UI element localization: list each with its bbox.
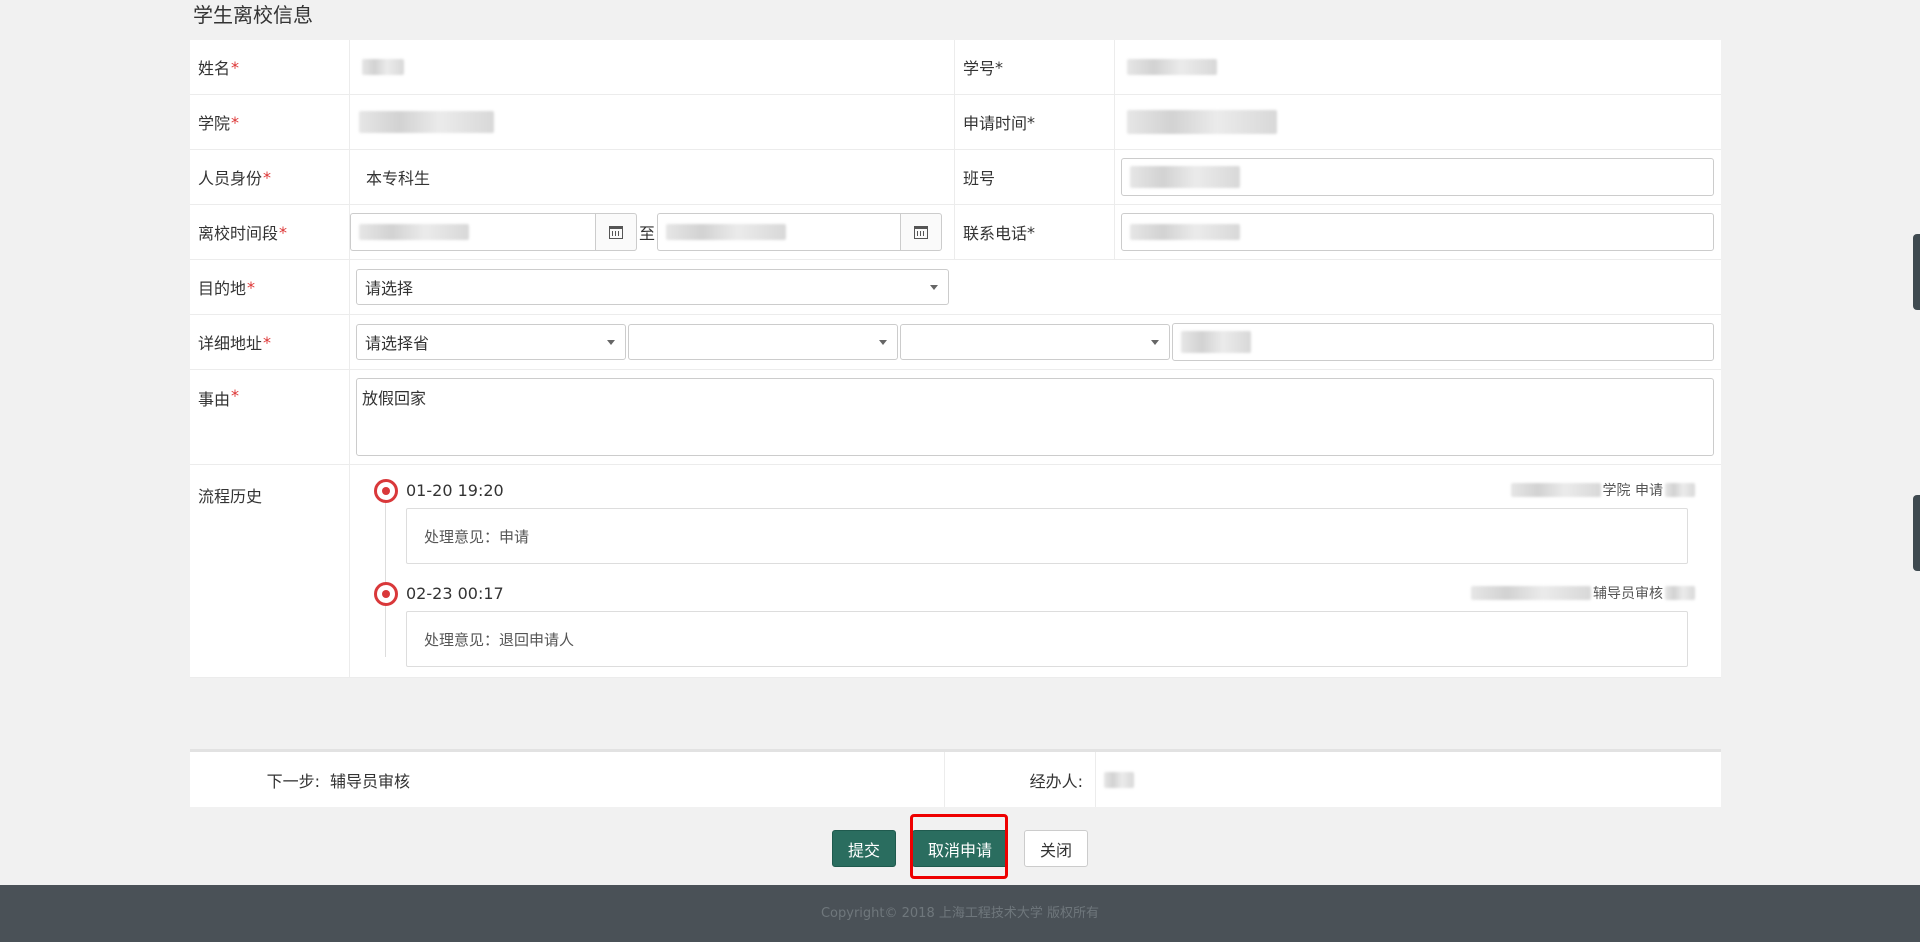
apply-time-label: 申请时间 * xyxy=(955,95,1115,149)
side-scroll-handle[interactable] xyxy=(1913,234,1920,310)
province-select[interactable]: 请选择省 xyxy=(356,324,626,360)
name-redacted xyxy=(362,59,404,75)
phone-value xyxy=(1115,205,1721,259)
chevron-down-icon xyxy=(607,340,615,345)
actor-redacted xyxy=(1510,483,1601,497)
next-step-label: 下一步: xyxy=(266,771,320,791)
calendar-icon xyxy=(914,225,929,239)
phone-label: 联系电话 * xyxy=(955,205,1115,259)
end-date-picker-button[interactable] xyxy=(900,213,943,251)
to-text: 至 xyxy=(639,224,656,243)
reason-value: 放假回家 xyxy=(350,370,1714,464)
end-date-group xyxy=(657,213,943,251)
student-id-value xyxy=(1115,40,1721,94)
leave-form: 姓名 * 学号 * 学院 * 申请时间 * 人员身份 * 本专科生 班号 离校时间段 * xyxy=(190,40,1721,678)
row-address: 详细地址 * 请选择省 xyxy=(190,315,1721,370)
section-title: 学生离校信息 xyxy=(193,3,313,27)
destination-label: 目的地 * xyxy=(190,260,350,314)
chevron-down-icon xyxy=(879,340,887,345)
address-detail-input[interactable] xyxy=(1172,323,1714,361)
timeline-opinion: 处理意见：申请 xyxy=(406,508,1688,564)
row-reason: 事由 * 放假回家 xyxy=(190,370,1721,465)
handler-redacted xyxy=(1104,771,1134,788)
chevron-down-icon xyxy=(930,285,938,290)
row-identity: 人员身份 * 本专科生 班号 xyxy=(190,150,1721,205)
identity-label: 人员身份 * xyxy=(190,150,350,204)
next-step-value: 辅导员审核 xyxy=(320,752,945,807)
next-step-bar: 下一步: 辅导员审核 经办人: xyxy=(190,749,1721,807)
row-history: 流程历史 01-20 19:20 学院 申请 处理意见：申请 02-23 00:… xyxy=(190,465,1721,678)
class-redacted xyxy=(1130,166,1240,188)
actor-redacted xyxy=(1471,586,1591,600)
college-value xyxy=(350,95,955,149)
close-button[interactable]: 关闭 xyxy=(1024,830,1089,867)
leave-period-value: 至 xyxy=(350,205,955,259)
leave-school-page: 学生离校信息 姓名 * 学号 * 学院 * 申请时间 * 人员身份 * 本专科生 班号 xyxy=(0,0,1920,942)
reason-label: 事由 * xyxy=(190,370,350,464)
row-period: 离校时间段 * 至 联系电话 * xyxy=(190,205,1721,260)
actor-redacted xyxy=(1665,586,1695,600)
history-timeline: 01-20 19:20 学院 申请 处理意见：申请 02-23 00:17 辅导… xyxy=(350,465,1721,677)
row-destination: 目的地 * 请选择 xyxy=(190,260,1721,315)
submit-button[interactable]: 提交 xyxy=(831,830,896,867)
college-label: 学院 * xyxy=(190,95,350,149)
destination-value: 请选择 xyxy=(350,260,955,314)
end-date-redacted xyxy=(666,224,787,240)
timeline-opinion: 处理意见：退回申请人 xyxy=(406,611,1688,667)
start-date-picker-button[interactable] xyxy=(595,213,637,251)
timeline-actor: 辅导员审核 xyxy=(1471,583,1695,603)
start-date-input[interactable] xyxy=(350,213,595,251)
timeline-head: 01-20 19:20 学院 申请 xyxy=(406,475,1721,505)
city-select[interactable] xyxy=(628,324,898,360)
timeline-dot-icon xyxy=(374,582,398,606)
timeline-item: 01-20 19:20 学院 申请 处理意见：申请 xyxy=(350,475,1721,564)
address-redacted xyxy=(1181,331,1251,353)
row-name: 姓名 * 学号 * xyxy=(190,40,1721,95)
highlight-box xyxy=(910,814,1008,879)
leave-period-label: 离校时间段 * xyxy=(190,205,350,259)
apply-time-redacted xyxy=(1127,110,1277,134)
timeline-time: 02-23 00:17 xyxy=(406,583,504,603)
copyright-footer: Copyright© 2018 上海工程技术大学 版权所有 xyxy=(0,885,1920,942)
start-date-redacted xyxy=(359,224,469,240)
class-input[interactable] xyxy=(1121,158,1714,196)
apply-time-value xyxy=(1115,95,1721,149)
district-select[interactable] xyxy=(900,324,1170,360)
timeline-dot-icon xyxy=(374,479,398,503)
handler-value xyxy=(1095,752,1134,807)
end-date-input[interactable] xyxy=(657,213,901,251)
name-value xyxy=(350,40,955,94)
class-label: 班号 xyxy=(955,150,1115,204)
student-id-redacted xyxy=(1127,59,1217,75)
start-date-group xyxy=(350,213,637,251)
calendar-icon xyxy=(609,225,623,239)
name-label: 姓名 * xyxy=(190,40,350,94)
handler-label: 经办人: xyxy=(1029,771,1083,791)
destination-select[interactable]: 请选择 xyxy=(356,269,949,305)
timeline-time: 01-20 19:20 xyxy=(406,480,504,500)
timeline-item: 02-23 00:17 辅导员审核 处理意见：退回申请人 xyxy=(350,578,1721,667)
reason-textarea[interactable]: 放假回家 xyxy=(356,378,1714,456)
address-value: 请选择省 xyxy=(350,315,1721,369)
phone-input[interactable] xyxy=(1121,213,1714,251)
actor-redacted xyxy=(1665,483,1695,497)
phone-redacted xyxy=(1130,224,1240,240)
identity-value: 本专科生 xyxy=(350,150,955,204)
row-college: 学院 * 申请时间 * xyxy=(190,95,1721,150)
student-id-label: 学号 * xyxy=(955,40,1115,94)
timeline-head: 02-23 00:17 辅导员审核 xyxy=(406,578,1721,608)
side-scroll-handle[interactable] xyxy=(1913,495,1920,571)
class-value xyxy=(1115,150,1721,204)
chevron-down-icon xyxy=(1151,340,1159,345)
timeline-actor: 学院 申请 xyxy=(1510,480,1695,500)
college-redacted xyxy=(359,111,494,133)
history-label: 流程历史 xyxy=(190,465,350,677)
address-label: 详细地址 * xyxy=(190,315,350,369)
